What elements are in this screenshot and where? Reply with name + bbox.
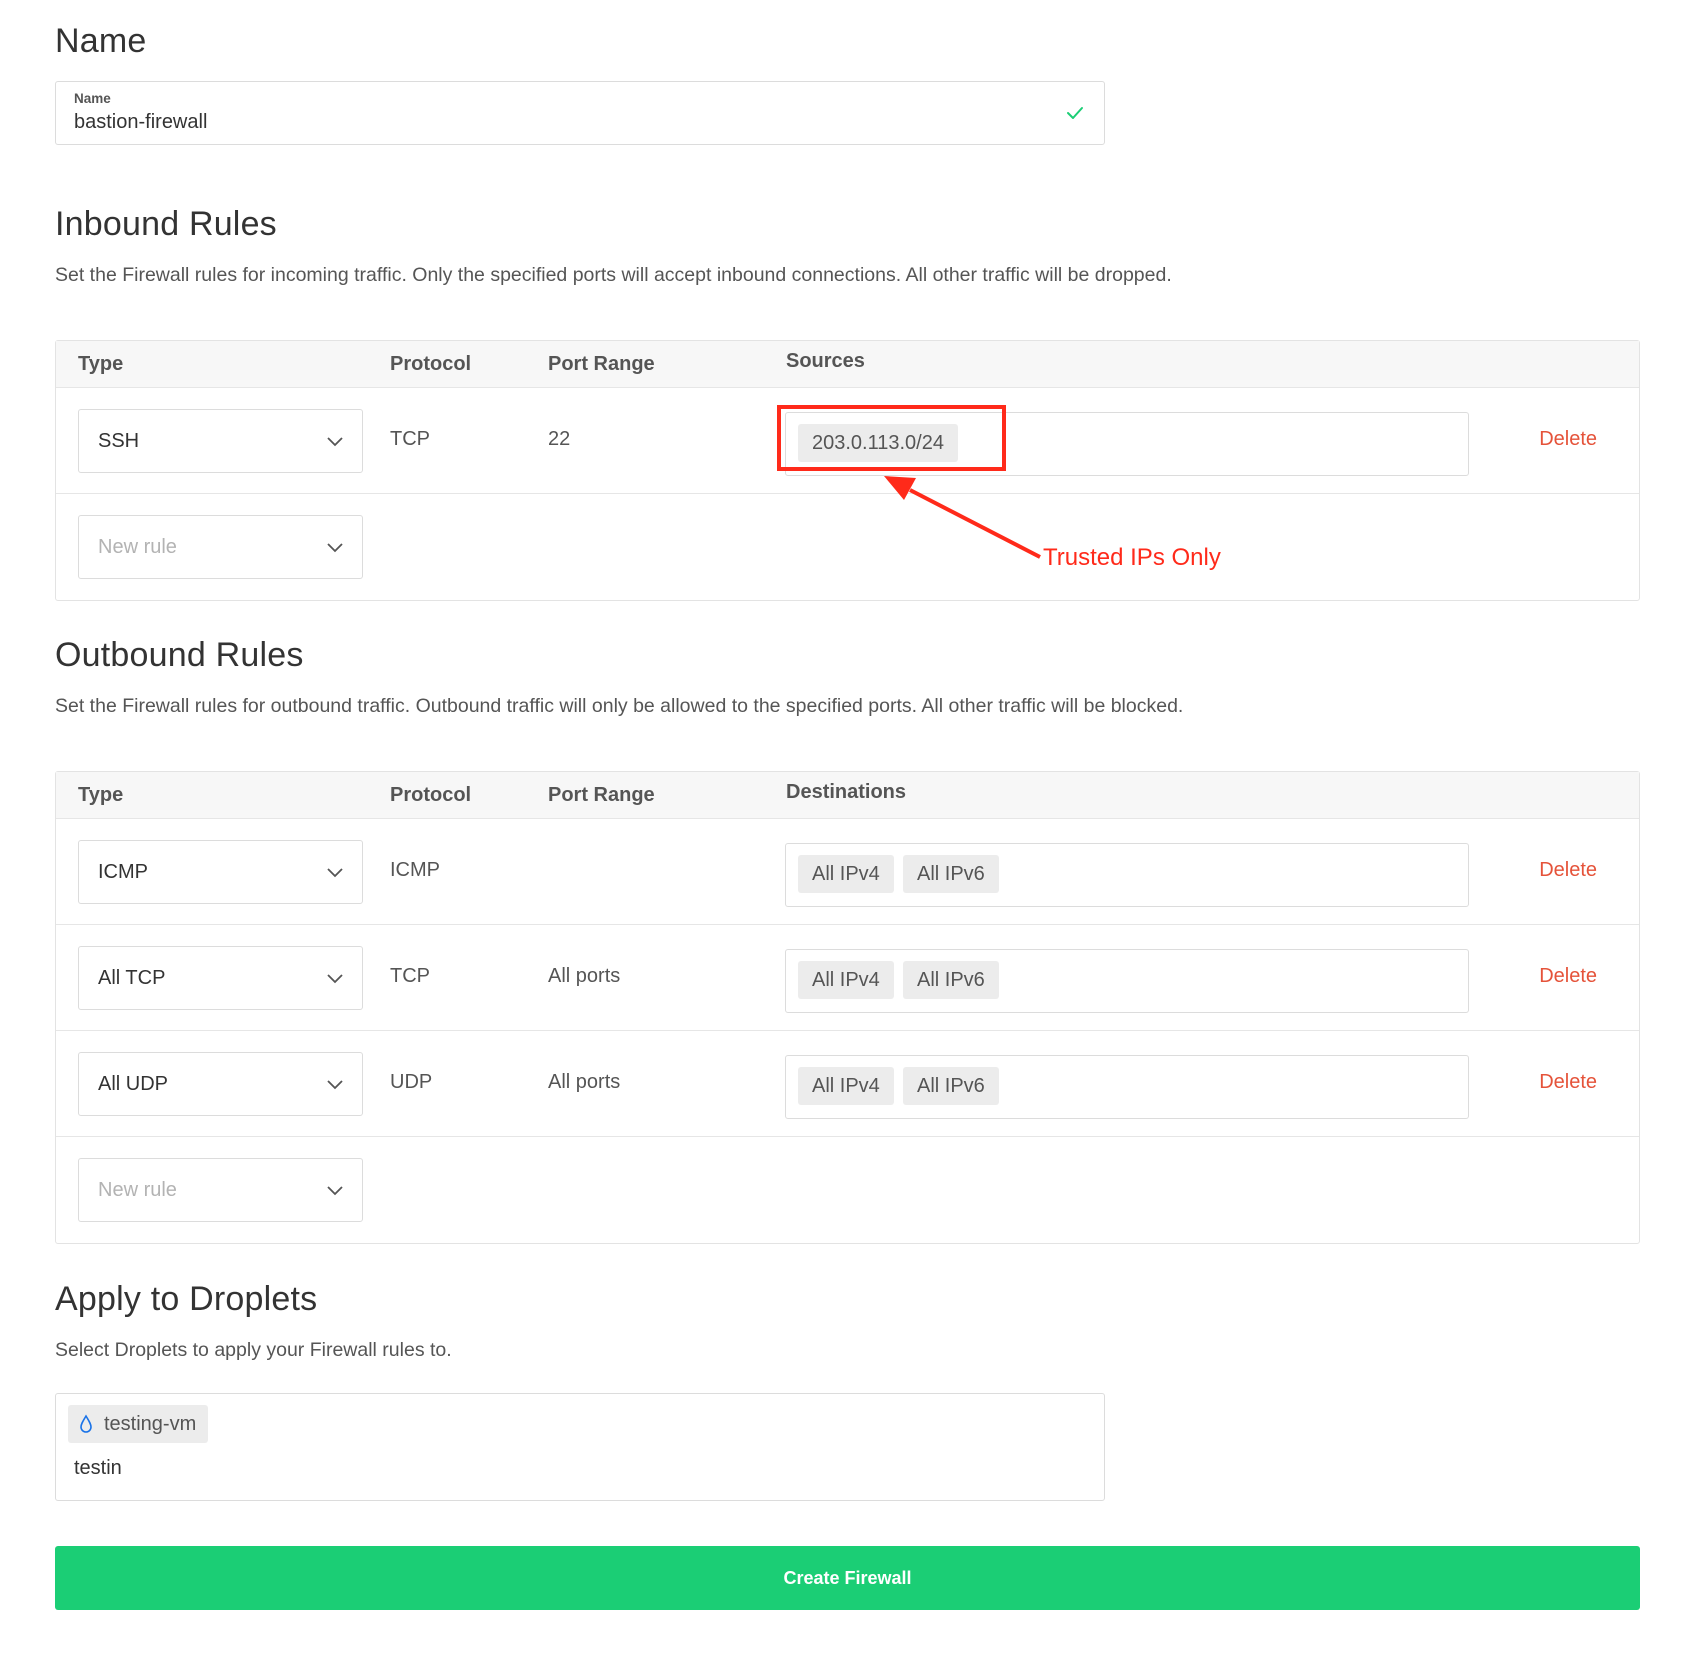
- rule-type-value: SSH: [98, 430, 140, 452]
- rule-type-select[interactable]: All TCP: [78, 946, 363, 1010]
- name-field-label: Name: [74, 91, 111, 106]
- rule-protocol: UDP: [390, 1071, 433, 1093]
- delete-rule-button[interactable]: Delete: [1539, 965, 1597, 988]
- header-type: Type: [78, 353, 124, 375]
- chevron-down-icon: [327, 974, 343, 984]
- name-section-title: Name: [55, 22, 147, 60]
- outbound-description: Set the Firewall rules for outbound traf…: [55, 695, 1184, 717]
- header-destinations: Destinations: [786, 781, 907, 803]
- rule-type-select[interactable]: All UDP: [78, 1052, 363, 1116]
- new-rule-select[interactable]: New rule: [78, 515, 363, 579]
- new-rule-placeholder: New rule: [98, 536, 177, 558]
- inbound-title: Inbound Rules: [55, 205, 277, 243]
- droplet-tag-label: testing-vm: [104, 1413, 197, 1435]
- destinations-input[interactable]: All IPv4 All IPv6: [785, 949, 1469, 1013]
- outbound-rule-row: All TCP TCP All ports All IPv4 All IPv6 …: [56, 925, 1639, 1031]
- header-port-range: Port Range: [548, 784, 655, 806]
- outbound-rule-row: All UDP UDP All ports All IPv4 All IPv6 …: [56, 1031, 1639, 1137]
- delete-rule-button[interactable]: Delete: [1539, 1071, 1597, 1094]
- chevron-down-icon: [327, 543, 343, 553]
- chevron-down-icon: [327, 868, 343, 878]
- outbound-title: Outbound Rules: [55, 636, 304, 674]
- rule-type-select[interactable]: SSH: [78, 409, 363, 473]
- droplets-select-input[interactable]: testing-vm testin: [55, 1393, 1105, 1501]
- destinations-input[interactable]: All IPv4 All IPv6: [785, 843, 1469, 907]
- outbound-new-rule-row: New rule: [56, 1137, 1639, 1243]
- droplet-icon: [80, 1414, 92, 1433]
- name-field[interactable]: Name bastion-firewall: [55, 81, 1105, 145]
- header-sources: Sources: [786, 350, 865, 372]
- rule-type-value: All TCP: [98, 967, 166, 989]
- annotation-label: Trusted IPs Only: [1043, 544, 1221, 571]
- header-port-range: Port Range: [548, 353, 655, 375]
- rule-type-select[interactable]: ICMP: [78, 840, 363, 904]
- new-rule-select[interactable]: New rule: [78, 1158, 363, 1222]
- check-icon: [1067, 107, 1083, 119]
- annotation-highlight-box: [777, 405, 1006, 471]
- rule-type-value: ICMP: [98, 861, 148, 883]
- destination-tag[interactable]: All IPv4: [798, 855, 894, 893]
- header-type: Type: [78, 784, 124, 806]
- header-protocol: Protocol: [390, 784, 472, 806]
- droplet-search-input[interactable]: testin: [74, 1457, 122, 1480]
- rule-protocol: TCP: [390, 428, 430, 450]
- rule-protocol: ICMP: [390, 859, 440, 881]
- inbound-new-rule-row: New rule: [56, 494, 1639, 600]
- chevron-down-icon: [327, 1080, 343, 1090]
- inbound-table-header: Type Protocol Port Range Sources: [56, 341, 1639, 388]
- destination-tag[interactable]: All IPv6: [903, 855, 999, 893]
- destination-tag[interactable]: All IPv6: [903, 1067, 999, 1105]
- rule-type-value: All UDP: [98, 1073, 169, 1095]
- droplet-tag[interactable]: testing-vm: [68, 1405, 209, 1443]
- delete-rule-button[interactable]: Delete: [1539, 859, 1597, 882]
- header-protocol: Protocol: [390, 353, 472, 375]
- rule-port-range: All ports: [548, 965, 621, 987]
- droplets-title: Apply to Droplets: [55, 1280, 318, 1318]
- inbound-description: Set the Firewall rules for incoming traf…: [55, 264, 1172, 286]
- destination-tag[interactable]: All IPv4: [798, 1067, 894, 1105]
- rule-port-range: 22: [548, 428, 571, 450]
- create-firewall-button[interactable]: Create Firewall: [55, 1546, 1640, 1610]
- outbound-rules-table: Type Protocol Port Range Destinations IC…: [55, 771, 1640, 1244]
- rule-port-range: All ports: [548, 1071, 621, 1093]
- delete-rule-button[interactable]: Delete: [1539, 428, 1597, 451]
- droplets-description: Select Droplets to apply your Firewall r…: [55, 1339, 452, 1361]
- destination-tag[interactable]: All IPv6: [903, 961, 999, 999]
- chevron-down-icon: [327, 437, 343, 447]
- chevron-down-icon: [327, 1186, 343, 1196]
- destinations-input[interactable]: All IPv4 All IPv6: [785, 1055, 1469, 1119]
- name-field-value[interactable]: bastion-firewall: [74, 111, 207, 134]
- rule-protocol: TCP: [390, 965, 430, 987]
- outbound-table-header: Type Protocol Port Range Destinations: [56, 772, 1639, 819]
- destination-tag[interactable]: All IPv4: [798, 961, 894, 999]
- new-rule-placeholder: New rule: [98, 1179, 177, 1201]
- outbound-rule-row: ICMP ICMP All IPv4 All IPv6 Delete: [56, 819, 1639, 925]
